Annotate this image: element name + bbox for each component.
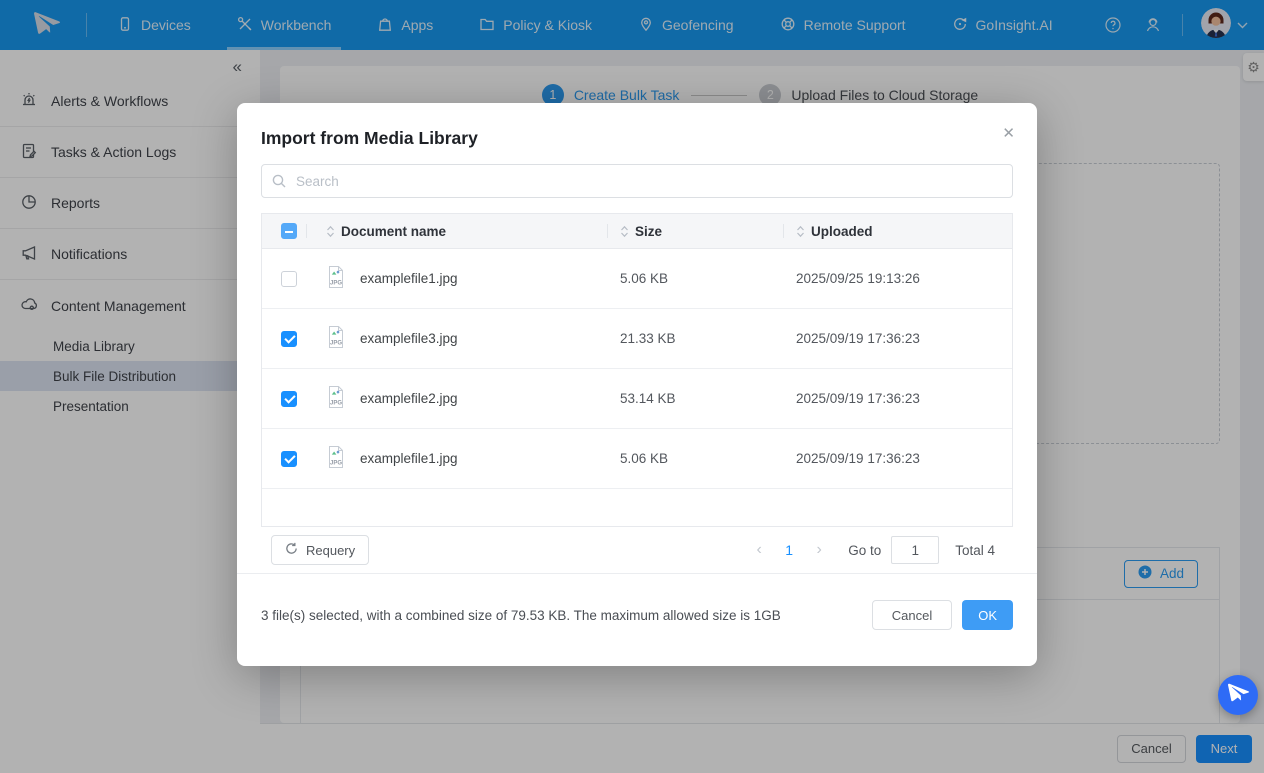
select-all-checkbox[interactable] [281, 223, 297, 239]
sort-icon[interactable] [620, 225, 629, 238]
airdroid-floating-button[interactable] [1218, 675, 1258, 715]
pagination-controls: ‹ 1 › Go to Total 4 [744, 536, 1003, 564]
file-size: 53.14 KB [620, 391, 676, 406]
app-window: Devices Workbench Apps Policy & Kiosk Ge… [0, 0, 1264, 773]
svg-text:JPG: JPG [330, 461, 342, 467]
goto-label: Go to [848, 543, 881, 558]
column-header-size: Size [635, 224, 662, 239]
paper-plane-icon [1228, 682, 1249, 708]
next-page-button[interactable]: › [804, 541, 834, 559]
goto-page-input[interactable] [891, 536, 939, 564]
svg-text:JPG: JPG [330, 401, 342, 407]
file-name: examplefile1.jpg [360, 451, 458, 466]
jpg-file-icon: JPG [326, 325, 346, 352]
ok-button[interactable]: OK [962, 600, 1013, 630]
table-row[interactable]: JPG examplefile2.jpg 53.14 KB 2025/09/19… [262, 369, 1012, 429]
search-box [261, 164, 1013, 198]
refresh-icon [285, 542, 298, 558]
current-page[interactable]: 1 [774, 542, 804, 558]
table-filler [262, 489, 1012, 526]
file-table: Document name Size Uploaded JPG [261, 213, 1013, 527]
row-checkbox[interactable] [281, 451, 297, 467]
file-uploaded: 2025/09/19 17:36:23 [796, 331, 920, 346]
sort-icon[interactable] [326, 225, 335, 238]
modal-footer: 3 file(s) selected, with a combined size… [237, 574, 1037, 630]
modal-title: Import from Media Library [237, 103, 1037, 149]
import-media-library-modal: Import from Media Library ✕ Document nam… [237, 103, 1037, 666]
file-size: 5.06 KB [620, 271, 668, 286]
svg-text:JPG: JPG [330, 341, 342, 347]
search-icon [272, 174, 286, 193]
file-size: 5.06 KB [620, 451, 668, 466]
file-name: examplefile1.jpg [360, 271, 458, 286]
file-uploaded: 2025/09/19 17:36:23 [796, 391, 920, 406]
pagination-bar: Requery ‹ 1 › Go to Total 4 [261, 527, 1013, 573]
requery-button[interactable]: Requery [271, 535, 369, 565]
file-name: examplefile2.jpg [360, 391, 458, 406]
table-row[interactable]: JPG examplefile1.jpg 5.06 KB 2025/09/25 … [262, 249, 1012, 309]
table-row[interactable]: JPG examplefile1.jpg 5.06 KB 2025/09/19 … [262, 429, 1012, 489]
jpg-file-icon: JPG [326, 445, 346, 472]
file-uploaded: 2025/09/19 17:36:23 [796, 451, 920, 466]
row-checkbox[interactable] [281, 331, 297, 347]
requery-label: Requery [306, 543, 355, 558]
total-count: Total 4 [955, 543, 995, 558]
column-header-name: Document name [341, 224, 446, 239]
jpg-file-icon: JPG [326, 385, 346, 412]
search-input[interactable] [261, 164, 1013, 198]
file-size: 21.33 KB [620, 331, 676, 346]
file-name: examplefile3.jpg [360, 331, 458, 346]
row-checkbox[interactable] [281, 391, 297, 407]
svg-text:JPG: JPG [330, 281, 342, 287]
column-header-uploaded: Uploaded [811, 224, 873, 239]
table-row[interactable]: JPG examplefile3.jpg 21.33 KB 2025/09/19… [262, 309, 1012, 369]
sort-icon[interactable] [796, 225, 805, 238]
jpg-file-icon: JPG [326, 265, 346, 292]
selection-summary: 3 file(s) selected, with a combined size… [261, 608, 862, 623]
file-uploaded: 2025/09/25 19:13:26 [796, 271, 920, 286]
prev-page-button[interactable]: ‹ [744, 541, 774, 559]
row-checkbox[interactable] [281, 271, 297, 287]
table-header-row: Document name Size Uploaded [262, 214, 1012, 249]
cancel-button[interactable]: Cancel [872, 600, 952, 630]
close-icon[interactable]: ✕ [1002, 126, 1015, 141]
